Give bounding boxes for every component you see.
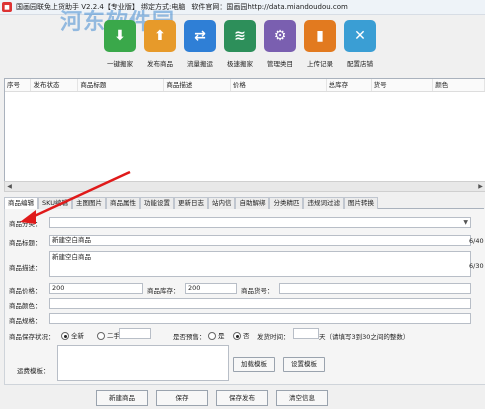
price-label: 商品价格：: [9, 287, 42, 295]
tools-icon: ✕: [344, 20, 376, 52]
tool-label: 发布商品: [147, 60, 173, 68]
condition-new-label: 全新: [71, 332, 84, 340]
title-label: 商品标题：: [9, 239, 42, 247]
product-grid[interactable]: 序号 发布状态 商品标题 商品描述 价格 总库存 货号 颜色: [4, 78, 485, 182]
category-select[interactable]: ▼: [49, 217, 471, 228]
condition-used-radio[interactable]: 二手: [97, 330, 120, 340]
tab-messages[interactable]: 站内信: [207, 197, 236, 209]
sku-label: 商品货号：: [241, 287, 274, 295]
tool-manage-category[interactable]: ⚙ 管理类目: [260, 20, 300, 70]
load-template-button[interactable]: 加载模板: [233, 357, 275, 372]
presale-no-label: 否: [243, 332, 250, 340]
spec-input[interactable]: [49, 313, 471, 324]
ship-label: 发货时间：: [257, 333, 290, 341]
presale-yes-label: 是: [218, 332, 225, 340]
tool-publish[interactable]: ⬆ 发布商品: [140, 20, 180, 70]
template-box[interactable]: [57, 345, 229, 381]
tool-one-click-move[interactable]: ⬇ 一键搬家: [100, 20, 140, 70]
presale-no-radio[interactable]: 否: [233, 330, 250, 340]
col-header[interactable]: 发布状态: [31, 79, 79, 91]
tab-settings[interactable]: 功能设置: [139, 197, 174, 209]
radio-checked-icon: [233, 332, 241, 340]
col-header[interactable]: 价格: [231, 79, 327, 91]
save-publish-button[interactable]: 保存发布: [216, 390, 268, 406]
color-input[interactable]: [49, 298, 471, 309]
tool-config-shop[interactable]: ✕ 配置店铺: [340, 20, 380, 70]
tool-label: 一键搬家: [107, 60, 133, 68]
col-header[interactable]: 颜色: [433, 79, 485, 91]
tool-label: 极速搬家: [227, 60, 253, 68]
tool-traffic[interactable]: ⇄ 流量搬运: [180, 20, 220, 70]
condition-label: 商品保存状况：: [9, 333, 55, 341]
tab-category-match[interactable]: 分类精匹: [269, 197, 304, 209]
download-icon: ⬇: [104, 20, 136, 52]
col-header[interactable]: 商品描述: [164, 79, 231, 91]
ship-days-input[interactable]: [293, 328, 319, 339]
desc-label: 商品描述：: [9, 264, 42, 272]
tool-label: 配置店铺: [347, 60, 373, 68]
save-button[interactable]: 保存: [156, 390, 208, 406]
clear-info-button[interactable]: 清空信息: [276, 390, 328, 406]
desc-textarea[interactable]: 新建空白商品: [49, 251, 471, 277]
template-label: 运费模板：: [17, 367, 50, 375]
col-header[interactable]: 货号: [372, 79, 434, 91]
scroll-left-icon[interactable]: ◀: [5, 182, 14, 191]
set-template-button[interactable]: 设置模板: [283, 357, 325, 372]
scroll-right-icon[interactable]: ▶: [476, 182, 485, 191]
spec-label: 商品规格：: [9, 317, 42, 325]
stock-label: 商品库存：: [147, 287, 180, 295]
tool-label: 流量搬运: [187, 60, 213, 68]
app-icon: ■: [2, 2, 12, 12]
tool-label: 管理类目: [267, 60, 293, 68]
col-header[interactable]: 商品标题: [78, 79, 165, 91]
tool-label: 上传记录: [307, 60, 333, 68]
condition-new-radio[interactable]: 全新: [61, 330, 84, 340]
website-text: 软件官网：国画园http://data.miandoudou.com: [191, 3, 348, 11]
tab-product-edit[interactable]: 商品编辑: [4, 197, 38, 209]
chevron-down-icon: ▼: [463, 219, 468, 226]
transfer-icon: ⇄: [184, 20, 216, 52]
desc-counter: 6/30: [469, 262, 484, 270]
title-input[interactable]: 新建空白商品: [49, 235, 471, 246]
title-counter: 6/40: [469, 237, 484, 245]
ship-unit-text: 天（请填写3到30之间的整数）: [319, 333, 410, 341]
product-edit-panel: 商品分类： ▼ 商品标题： 新建空白商品 6/40 商品描述： 新建空白商品 6…: [4, 209, 485, 385]
tab-image-convert[interactable]: 图片转换: [343, 197, 378, 209]
main-toolbar: ⬇ 一键搬家 ⬆ 发布商品 ⇄ 流量搬运 ≋ 极速搬家 ⚙ 管理类目 ▮ 上传记…: [100, 20, 380, 70]
color-label: 商品颜色：: [9, 302, 42, 310]
tab-unbind[interactable]: 自助解绑: [235, 197, 270, 209]
tool-upload-record[interactable]: ▮ 上传记录: [300, 20, 340, 70]
tab-attributes[interactable]: 商品属性: [105, 197, 140, 209]
col-header[interactable]: 序号: [5, 79, 32, 91]
col-header[interactable]: 总库存: [327, 79, 372, 91]
sku-input[interactable]: [279, 283, 471, 294]
stock-input[interactable]: 200: [185, 283, 237, 294]
category-label: 商品分类：: [9, 220, 42, 228]
new-product-button[interactable]: 新建商品: [96, 390, 148, 406]
presale-yes-radio[interactable]: 是: [208, 330, 225, 340]
radio-unchecked-icon: [208, 332, 216, 340]
tab-main-images[interactable]: 主图图片: [71, 197, 106, 209]
radio-checked-icon: [61, 332, 69, 340]
grid-header: 序号 发布状态 商品标题 商品描述 价格 总库存 货号 颜色: [5, 79, 485, 92]
price-input[interactable]: 200: [49, 283, 143, 294]
bottom-action-bar: 新建商品 保存 保存发布 清空信息: [0, 385, 485, 409]
radio-unchecked-icon: [97, 332, 105, 340]
publish-icon: ⬆: [144, 20, 176, 52]
layers-icon: ≋: [224, 20, 256, 52]
editor-tabs: 商品编辑 SKU编辑 主图图片 商品属性 功能设置 更新日志 站内信 自助解绑 …: [4, 197, 484, 209]
presale-label: 是否预售：: [173, 333, 206, 341]
tool-fast-move[interactable]: ≋ 极速搬家: [220, 20, 260, 70]
gear-icon: ⚙: [264, 20, 296, 52]
tab-sku-edit[interactable]: SKU编辑: [38, 197, 72, 209]
tab-word-filter[interactable]: 违规词过滤: [303, 197, 344, 209]
used-degree-input[interactable]: [119, 328, 151, 339]
bookmark-icon: ▮: [304, 20, 336, 52]
tab-changelog[interactable]: 更新日志: [173, 197, 208, 209]
horizontal-scrollbar[interactable]: ◀ ▶: [4, 181, 485, 192]
